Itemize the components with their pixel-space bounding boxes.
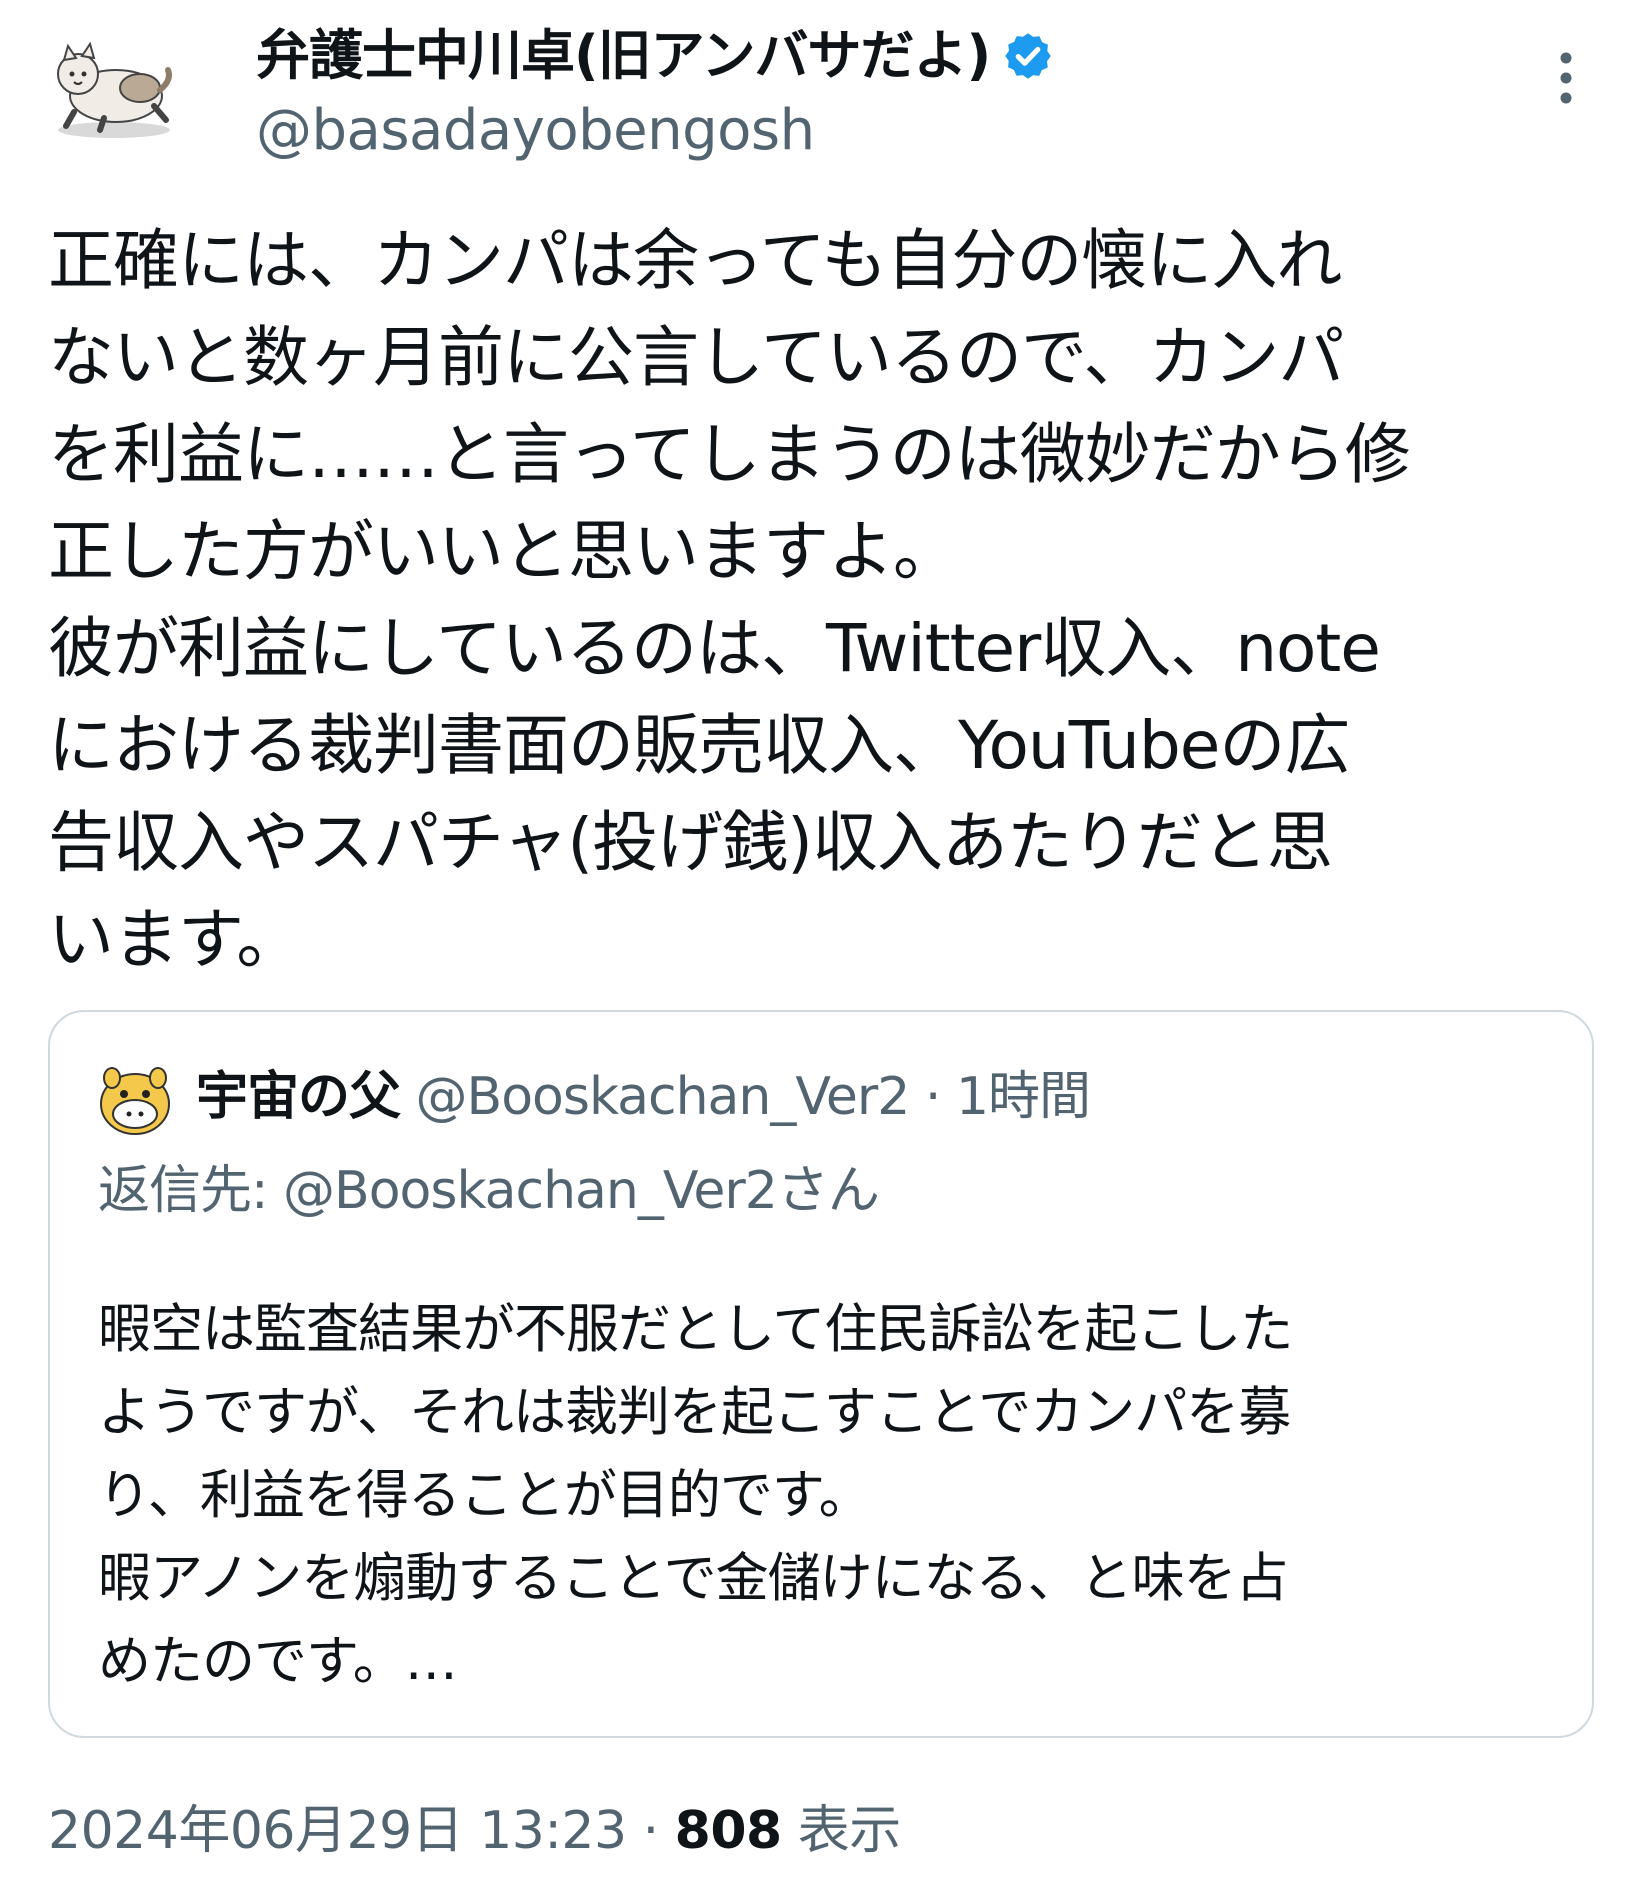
author-display-name[interactable]: 弁護士中川卓(旧アンバサだよ): [256, 22, 1054, 90]
vertical-dots-icon: [1560, 52, 1572, 104]
views-count: 808: [674, 1801, 783, 1861]
quote-text: 暇空は監査結果が不服だとして住民訴訟を起こした ようですが、それは裁判を起こすこ…: [98, 1299, 1293, 1692]
tweet-text: 正確には、カンパは余っても自分の懐に入れ ないと数ヶ月前に公言しているので、カン…: [48, 222, 1411, 978]
more-options-button[interactable]: [1548, 48, 1584, 108]
tweet-datetime[interactable]: 2024年06月29日 13:23 ·: [48, 1801, 675, 1861]
quote-header: 宇宙の父 @Booskachan_Ver2 · 1時間: [196, 1060, 1092, 1134]
author-name-text: 弁護士中川卓(旧アンバサだよ): [256, 24, 991, 87]
author-handle[interactable]: @basadayobengosh: [256, 98, 815, 164]
quote-reply-to: 返信先: @Booskachan_Ver2さん: [98, 1161, 880, 1221]
quote-handle-time: @Booskachan_Ver2 · 1時間: [400, 1067, 1092, 1127]
tweet-footer: 2024年06月29日 13:23 · 808 表示: [48, 1797, 901, 1865]
quote-author-avatar[interactable]: [98, 1062, 172, 1136]
quote-author-name[interactable]: 宇宙の父: [196, 1067, 401, 1127]
views-label: 表示: [781, 1801, 902, 1861]
verified-badge-icon: [1002, 30, 1054, 82]
yellow-mascot-avatar-icon: [100, 1067, 170, 1135]
author-avatar[interactable]: [44, 30, 176, 148]
quoted-tweet-card[interactable]: 宇宙の父 @Booskachan_Ver2 · 1時間 返信先: @Booska…: [48, 1010, 1594, 1738]
cat-avatar-icon: [57, 41, 172, 138]
